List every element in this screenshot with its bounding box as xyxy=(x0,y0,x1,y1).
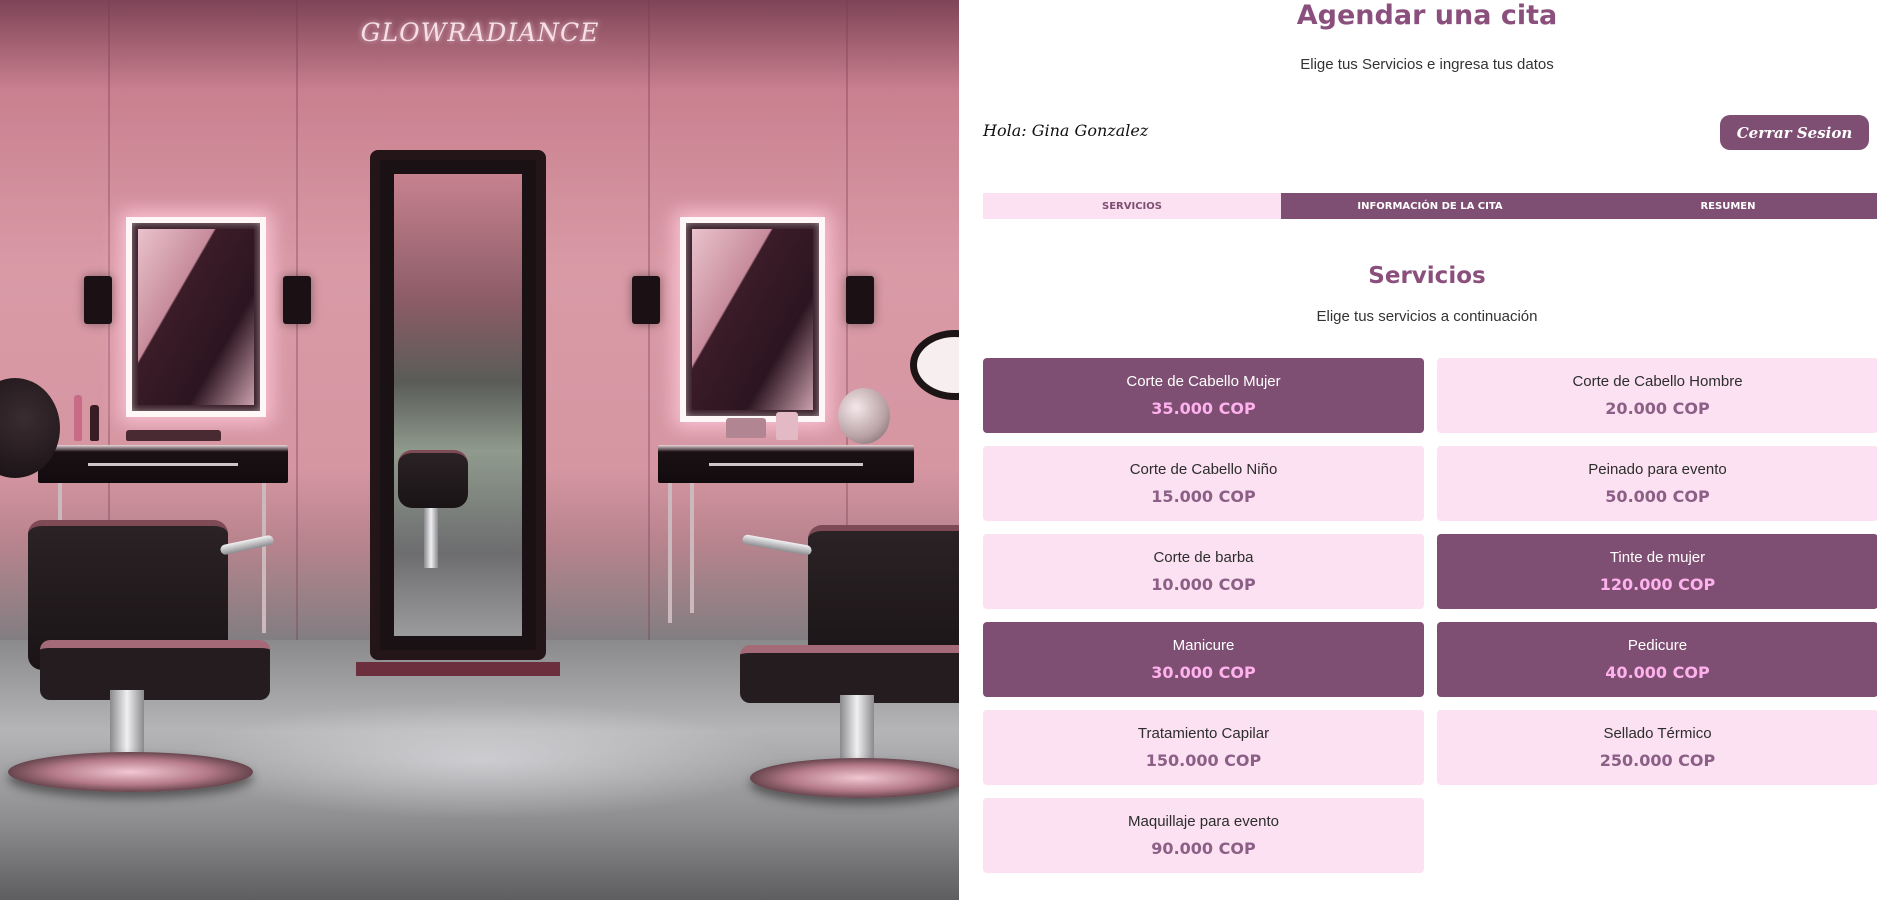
services-subtitle: Elige tus servicios a continuación xyxy=(1316,308,1538,325)
service-card[interactable]: Tinte de mujer 120.000 COP xyxy=(1437,534,1877,609)
service-card[interactable]: Maquillaje para evento 90.000 COP xyxy=(983,798,1424,873)
service-price: 30.000 COP xyxy=(1151,663,1256,682)
chair-seat xyxy=(40,640,270,700)
service-name: Corte de Cabello Mujer xyxy=(1126,373,1281,390)
wall-sconce xyxy=(283,276,311,324)
reflected-chair xyxy=(398,450,468,508)
brand-logo: GLOWRADIANCE xyxy=(360,18,600,47)
ring-light xyxy=(910,330,959,400)
decor-vase xyxy=(838,388,890,444)
service-card[interactable]: Tratamiento Capilar 150.000 COP xyxy=(983,710,1424,785)
product-tray xyxy=(126,430,221,441)
service-price: 40.000 COP xyxy=(1605,663,1710,682)
service-name: Corte de Cabello Niño xyxy=(1129,461,1278,478)
service-name: Corte de Cabello Hombre xyxy=(1572,373,1743,390)
standing-mirror xyxy=(356,150,560,676)
step-tabs: Servicios Información de la cita Resumen xyxy=(983,193,1877,219)
chair-base xyxy=(8,752,253,792)
service-name: Peinado para evento xyxy=(1588,461,1727,478)
product-bottle xyxy=(90,405,99,441)
wall-sconce xyxy=(84,276,112,324)
product-bottle xyxy=(74,395,82,441)
chair-base xyxy=(750,758,959,798)
service-price: 90.000 COP xyxy=(1151,839,1256,858)
service-name: Pedicure xyxy=(1627,637,1688,654)
reflected-chair-pole xyxy=(424,508,438,568)
service-price: 150.000 COP xyxy=(1145,751,1262,770)
tab-informacion-cita[interactable]: Información de la cita xyxy=(1281,193,1579,219)
page-title: Agendar una cita xyxy=(1296,0,1558,31)
service-price: 50.000 COP xyxy=(1605,487,1710,506)
service-price: 15.000 COP xyxy=(1151,487,1256,506)
logout-button[interactable]: Cerrar Sesion xyxy=(1720,115,1869,150)
services-title: Servicios xyxy=(1368,263,1486,289)
vanity-right xyxy=(658,445,914,483)
wall-sconce xyxy=(632,276,660,324)
wall-sconce xyxy=(846,276,874,324)
product-jar xyxy=(776,412,798,440)
vanity-left xyxy=(38,445,288,483)
service-price: 250.000 COP xyxy=(1599,751,1716,770)
service-name: Corte de barba xyxy=(1153,549,1254,566)
service-name: Sellado Térmico xyxy=(1603,725,1712,742)
booking-panel: Agendar una cita Elige tus Servicios e i… xyxy=(959,0,1877,900)
service-price: 20.000 COP xyxy=(1605,399,1710,418)
tab-servicios[interactable]: Servicios xyxy=(983,193,1281,219)
page-subtitle: Elige tus Servicios e ingresa tus datos xyxy=(1300,56,1554,73)
chair-armrest xyxy=(741,533,813,557)
user-greeting: Hola: Gina Gonzalez xyxy=(983,121,1149,140)
service-name: Tinte de mujer xyxy=(1609,549,1706,566)
service-price: 35.000 COP xyxy=(1151,399,1256,418)
service-name: Tratamiento Capilar xyxy=(1137,725,1270,742)
lit-mirror-left xyxy=(126,217,266,417)
service-card[interactable]: Corte de barba 10.000 COP xyxy=(983,534,1424,609)
service-name: Manicure xyxy=(1172,637,1235,654)
service-card[interactable]: Manicure 30.000 COP xyxy=(983,622,1424,697)
service-price: 10.000 COP xyxy=(1151,575,1256,594)
service-name: Maquillaje para evento xyxy=(1128,813,1279,830)
service-card[interactable]: Corte de Cabello Hombre 20.000 COP xyxy=(1437,358,1877,433)
service-card[interactable]: Pedicure 40.000 COP xyxy=(1437,622,1877,697)
service-card[interactable]: Sellado Térmico 250.000 COP xyxy=(1437,710,1877,785)
service-card[interactable]: Corte de Cabello Mujer 35.000 COP xyxy=(983,358,1424,433)
floor-reflection xyxy=(180,700,780,820)
services-grid: Corte de Cabello Mujer 35.000 COP Corte de… xyxy=(983,358,1877,873)
service-card[interactable]: Corte de Cabello Niño 15.000 COP xyxy=(983,446,1424,521)
service-card[interactable]: Peinado para evento 50.000 COP xyxy=(1437,446,1877,521)
tab-resumen[interactable]: Resumen xyxy=(1579,193,1877,219)
salon-hero-image: GLOWRADIANCE xyxy=(0,0,959,900)
lit-mirror-right xyxy=(680,217,825,422)
service-price: 120.000 COP xyxy=(1599,575,1716,594)
product-jar xyxy=(726,418,766,438)
